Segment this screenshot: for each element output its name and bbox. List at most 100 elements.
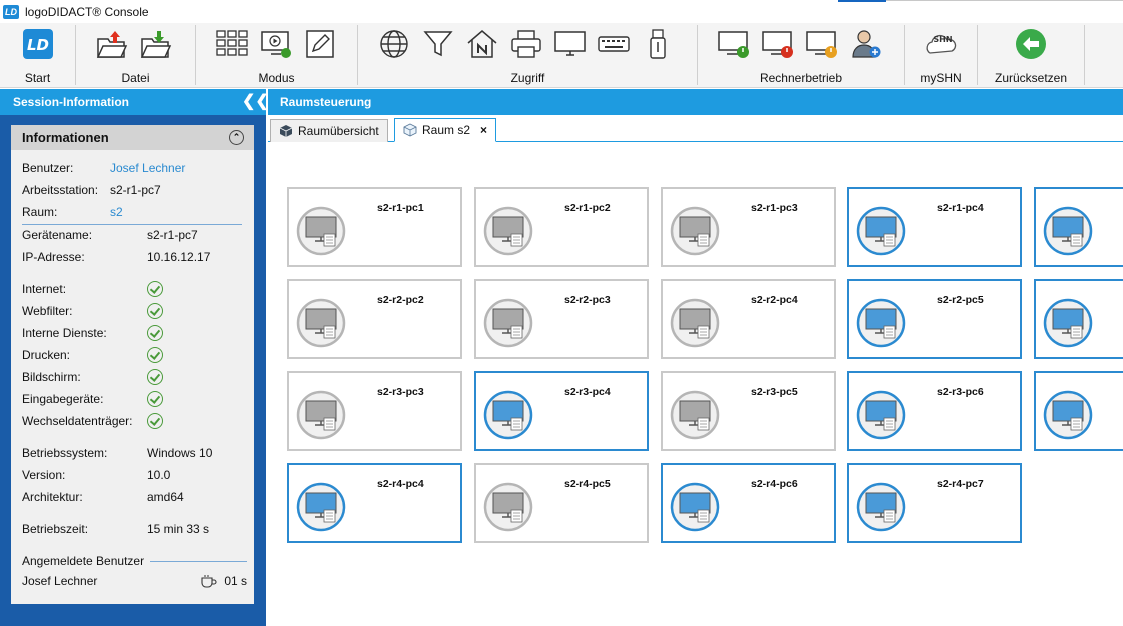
computer-tile[interactable]: s2-r2-pc3 bbox=[474, 279, 649, 359]
rechnerbetrieb-label: Rechnerbetrieb bbox=[759, 71, 843, 85]
computer-tile[interactable]: s2-r1-pc4 bbox=[847, 187, 1022, 267]
computer-icon bbox=[296, 482, 346, 532]
datei-label: Datei bbox=[121, 71, 150, 85]
computer-tile[interactable]: s2-r3-pc6 bbox=[847, 371, 1022, 451]
status-label: Bildschirm: bbox=[22, 370, 81, 384]
logodidact-icon: LD bbox=[23, 29, 53, 59]
field-label: IP-Adresse: bbox=[22, 250, 85, 264]
computer-tile[interactable]: s2-r1-pc2 bbox=[474, 187, 649, 267]
status-drucken: Drucken: bbox=[22, 345, 247, 365]
title-bar: LD logoDIDACT® Console bbox=[0, 0, 1123, 23]
field-value: Windows 10 bbox=[147, 446, 213, 460]
restart-button[interactable] bbox=[804, 27, 840, 61]
computer-tile[interactable]: s2-r1-pc3 bbox=[661, 187, 836, 267]
room-link[interactable]: s2 bbox=[110, 205, 123, 219]
field-value: s2-r1-pc7 bbox=[147, 228, 198, 242]
pencil-icon bbox=[306, 30, 334, 58]
printer-button[interactable] bbox=[508, 27, 544, 61]
section-title: Angemeldete Benutzer bbox=[22, 554, 145, 568]
tab-raumuebersicht[interactable]: Raumübersicht bbox=[270, 119, 388, 142]
computer-icon bbox=[856, 482, 906, 532]
computer-icon bbox=[1043, 298, 1093, 348]
open-folder-button[interactable] bbox=[94, 27, 130, 61]
shn-cloud-icon: SHN bbox=[926, 34, 957, 54]
power-off-button[interactable] bbox=[760, 27, 796, 61]
myshn-button[interactable]: SHN bbox=[923, 27, 959, 61]
computer-name: s2-r2-pc3 bbox=[564, 294, 611, 306]
field-value: s2-r1-pc7 bbox=[110, 183, 161, 197]
computer-name: s2-r3-pc3 bbox=[377, 386, 424, 398]
computer-icon bbox=[856, 298, 906, 348]
status-internet: Internet: bbox=[22, 279, 247, 299]
edit-mode-button[interactable] bbox=[302, 27, 338, 61]
computer-name: s2-r3-pc4 bbox=[564, 386, 611, 398]
logged-users-heading: Angemeldete Benutzer bbox=[22, 551, 247, 571]
field-label: Version: bbox=[22, 468, 66, 482]
computer-name: s2-r3-pc5 bbox=[751, 386, 798, 398]
computer-name: s2-r2-pc4 bbox=[751, 294, 798, 306]
info-panel-title: Informationen bbox=[22, 130, 109, 145]
webfilter-button[interactable] bbox=[420, 27, 456, 61]
computer-tile[interactable] bbox=[1034, 371, 1123, 451]
field-value: 15 min 33 s bbox=[147, 522, 210, 536]
computer-icon bbox=[670, 206, 720, 256]
presentation-mode-button[interactable] bbox=[258, 27, 294, 61]
room-control-panel: Raumsteuerung Raumübersicht Raum s2 × s2… bbox=[268, 89, 1123, 626]
collapse-up-icon[interactable]: ⌃ bbox=[229, 130, 244, 145]
collapse-sidebar-icon[interactable]: ❮❮ bbox=[242, 94, 269, 110]
computer-tile[interactable]: s2-r3-pc5 bbox=[661, 371, 836, 451]
reset-label: Zurücksetzen bbox=[994, 71, 1068, 85]
user-link[interactable]: Josef Lechner bbox=[110, 161, 185, 175]
toolbar-separator bbox=[1084, 25, 1085, 85]
computer-tile[interactable]: s2-r2-pc5 bbox=[847, 279, 1022, 359]
user-logoff-button[interactable] bbox=[848, 27, 884, 61]
computer-tile[interactable]: s2-r2-pc2 bbox=[287, 279, 462, 359]
grid-mode-button[interactable] bbox=[214, 27, 250, 61]
usb-button[interactable] bbox=[640, 27, 676, 61]
computer-tile[interactable]: s2-r4-pc7 bbox=[847, 463, 1022, 543]
title-divider bbox=[886, 0, 1123, 1]
computer-tile[interactable]: s2-r4-pc6 bbox=[661, 463, 836, 543]
computer-grid: s2-r1-pc1 s2-r1-pc2 s2-r1-pc3 s2-r1-pc4 s2-r… bbox=[268, 142, 1123, 626]
reset-button[interactable] bbox=[1013, 27, 1049, 61]
logged-user-name: Josef Lechner bbox=[22, 574, 98, 588]
start-button[interactable]: LD bbox=[20, 27, 56, 61]
folder-upload-icon bbox=[96, 31, 128, 58]
computer-icon bbox=[1043, 206, 1093, 256]
close-tab-icon[interactable]: × bbox=[480, 123, 487, 137]
check-circle-icon bbox=[147, 347, 163, 363]
status-bildschirm: Bildschirm: bbox=[22, 367, 247, 387]
computer-tile[interactable] bbox=[1034, 279, 1123, 359]
screen-button[interactable] bbox=[552, 27, 588, 61]
internet-button[interactable] bbox=[376, 27, 412, 61]
network-services-button[interactable] bbox=[464, 27, 500, 61]
field-value: amd64 bbox=[147, 490, 184, 504]
tab-raum-s2[interactable]: Raum s2 × bbox=[394, 118, 497, 142]
globe-icon bbox=[380, 30, 408, 58]
computer-tile[interactable]: s2-r4-pc4 bbox=[287, 463, 462, 543]
computer-tile[interactable]: s2-r2-pc4 bbox=[661, 279, 836, 359]
computer-icon bbox=[670, 390, 720, 440]
datei-group: Datei bbox=[76, 23, 195, 88]
toolbar: LD Start Datei Modus Zugriff Rechnerbetr… bbox=[0, 23, 1123, 88]
computer-icon bbox=[296, 298, 346, 348]
computer-tile[interactable]: s2-r3-pc4 bbox=[474, 371, 649, 451]
tab-label: Raum s2 bbox=[422, 123, 471, 137]
status-label: Eingabegeräte: bbox=[22, 392, 104, 406]
field-raum: Raum: s2 bbox=[22, 202, 247, 222]
power-on-button[interactable] bbox=[716, 27, 752, 61]
computer-name: s2-r4-pc4 bbox=[377, 478, 424, 490]
input-devices-button[interactable] bbox=[596, 27, 632, 61]
computer-tile[interactable]: s2-r1-pc1 bbox=[287, 187, 462, 267]
save-folder-button[interactable] bbox=[138, 27, 174, 61]
main-title: Raumsteuerung bbox=[280, 95, 372, 109]
zugriff-group: Zugriff bbox=[358, 23, 697, 88]
computer-tile[interactable] bbox=[1034, 187, 1123, 267]
computer-tile[interactable]: s2-r3-pc3 bbox=[287, 371, 462, 451]
computer-icon bbox=[296, 390, 346, 440]
back-arrow-icon bbox=[1016, 29, 1046, 59]
computer-tile[interactable]: s2-r4-pc5 bbox=[474, 463, 649, 543]
computer-name: s2-r3-pc6 bbox=[937, 386, 984, 398]
keyboard-icon bbox=[598, 36, 630, 52]
modus-label: Modus bbox=[258, 71, 295, 85]
